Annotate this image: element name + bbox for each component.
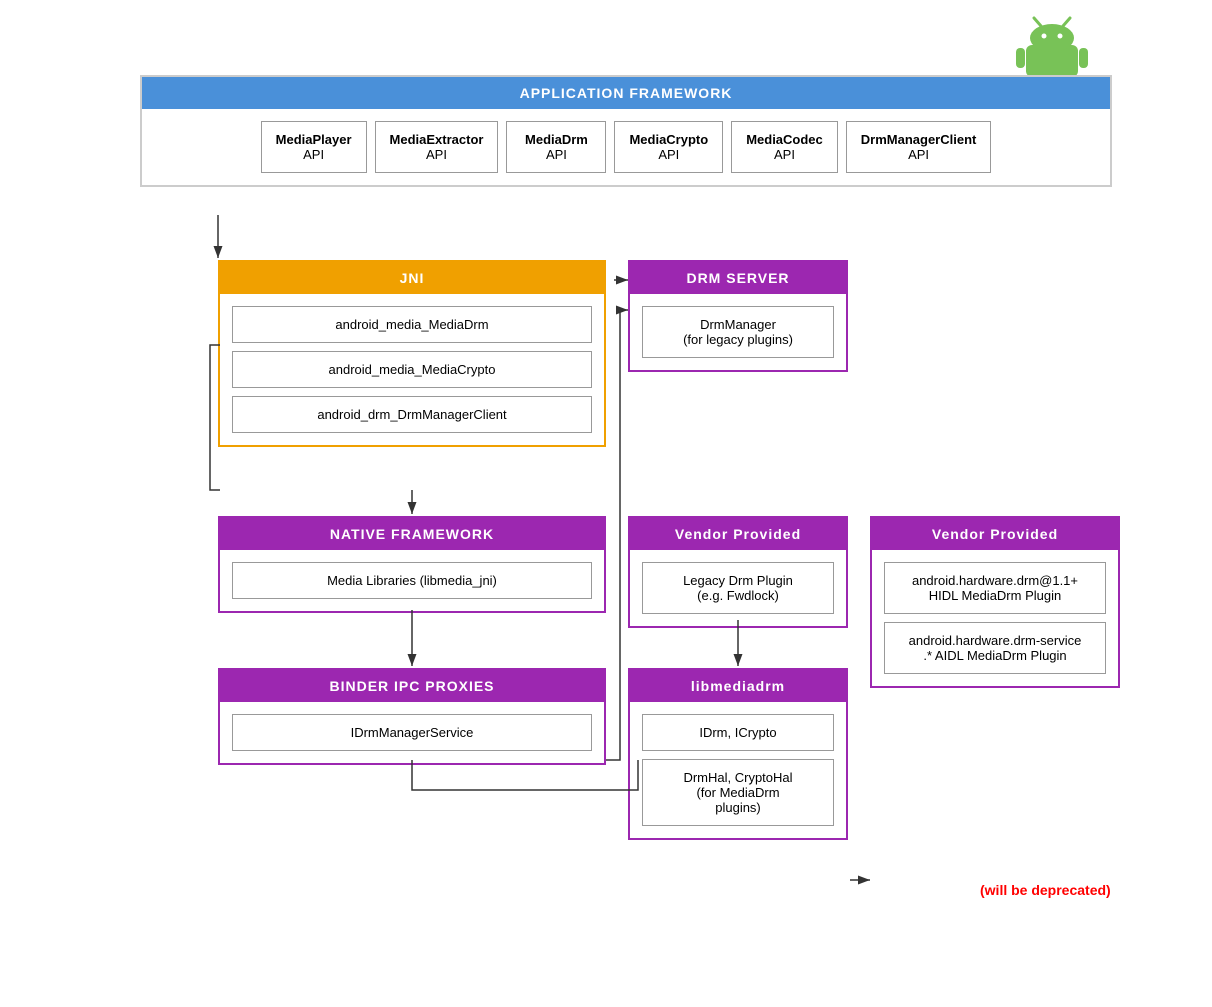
jni-body: android_media_MediaDrm android_media_Med… [220, 294, 604, 445]
drm-server-section: DRM SERVER DrmManager(for legacy plugins… [628, 260, 848, 372]
vendor-left-body: Legacy Drm Plugin(e.g. Fwdlock) [630, 550, 846, 626]
app-framework-section: APPLICATION FRAMEWORK MediaPlayerAPI Med… [140, 75, 1112, 187]
libmediadrm-body: IDrm, ICrypto DrmHal, CryptoHal(for Medi… [630, 702, 846, 838]
libmediadrm-section: libmediadrm IDrm, ICrypto DrmHal, Crypto… [628, 668, 848, 840]
native-framework-body: Media Libraries (libmedia_jni) [220, 550, 604, 611]
vendor-right-header: Vendor Provided [872, 518, 1118, 550]
api-box-mediadrm: MediaDrmAPI [506, 121, 606, 173]
app-framework-header: APPLICATION FRAMEWORK [142, 77, 1110, 109]
drm-server-header: DRM SERVER [630, 262, 846, 294]
api-box-drmmanagerclient: DrmManagerClientAPI [846, 121, 992, 173]
vendor-right-item-aidl: android.hardware.drm-service.* AIDL Medi… [884, 622, 1106, 674]
native-framework-item-media-lib: Media Libraries (libmedia_jni) [232, 562, 592, 599]
vendor-right-body: android.hardware.drm@1.1+HIDL MediaDrm P… [872, 550, 1118, 686]
jni-item-drmManagerClient: android_drm_DrmManagerClient [232, 396, 592, 433]
binder-body: IDrmManagerService [220, 702, 604, 763]
app-framework-items: MediaPlayerAPI MediaExtractorAPI MediaDr… [142, 109, 1110, 185]
vendor-right-item-hidl: android.hardware.drm@1.1+HIDL MediaDrm P… [884, 562, 1106, 614]
jni-section: JNI android_media_MediaDrm android_media… [218, 260, 606, 447]
libmediadrm-item-drmhal: DrmHal, CryptoHal(for MediaDrmplugins) [642, 759, 834, 826]
vendor-left-header: Vendor Provided [630, 518, 846, 550]
libmediadrm-header: libmediadrm [630, 670, 846, 702]
api-box-mediacrypto: MediaCryptoAPI [614, 121, 723, 173]
vendor-right-section: Vendor Provided android.hardware.drm@1.1… [870, 516, 1120, 688]
api-box-mediacodec: MediaCodecAPI [731, 121, 838, 173]
api-box-mediaextractor: MediaExtractorAPI [375, 121, 499, 173]
jni-header: JNI [220, 262, 604, 294]
binder-header: BINDER IPC PROXIES [220, 670, 604, 702]
drm-server-body: DrmManager(for legacy plugins) [630, 294, 846, 370]
vendor-left-section: Vendor Provided Legacy Drm Plugin(e.g. F… [628, 516, 848, 628]
api-box-mediaplayer: MediaPlayerAPI [261, 121, 367, 173]
libmediadrm-item-idrm: IDrm, ICrypto [642, 714, 834, 751]
vendor-left-item-legacy: Legacy Drm Plugin(e.g. Fwdlock) [642, 562, 834, 614]
native-framework-section: NATIVE FRAMEWORK Media Libraries (libmed… [218, 516, 606, 613]
binder-item-idrmmanager: IDrmManagerService [232, 714, 592, 751]
binder-section: BINDER IPC PROXIES IDrmManagerService [218, 668, 606, 765]
native-framework-header: NATIVE FRAMEWORK [220, 518, 604, 550]
jni-item-mediaCrypto: android_media_MediaCrypto [232, 351, 592, 388]
jni-item-mediaDrm: android_media_MediaDrm [232, 306, 592, 343]
deprecated-text: (will be deprecated) [980, 882, 1111, 898]
drm-server-item-drmmanager: DrmManager(for legacy plugins) [642, 306, 834, 358]
